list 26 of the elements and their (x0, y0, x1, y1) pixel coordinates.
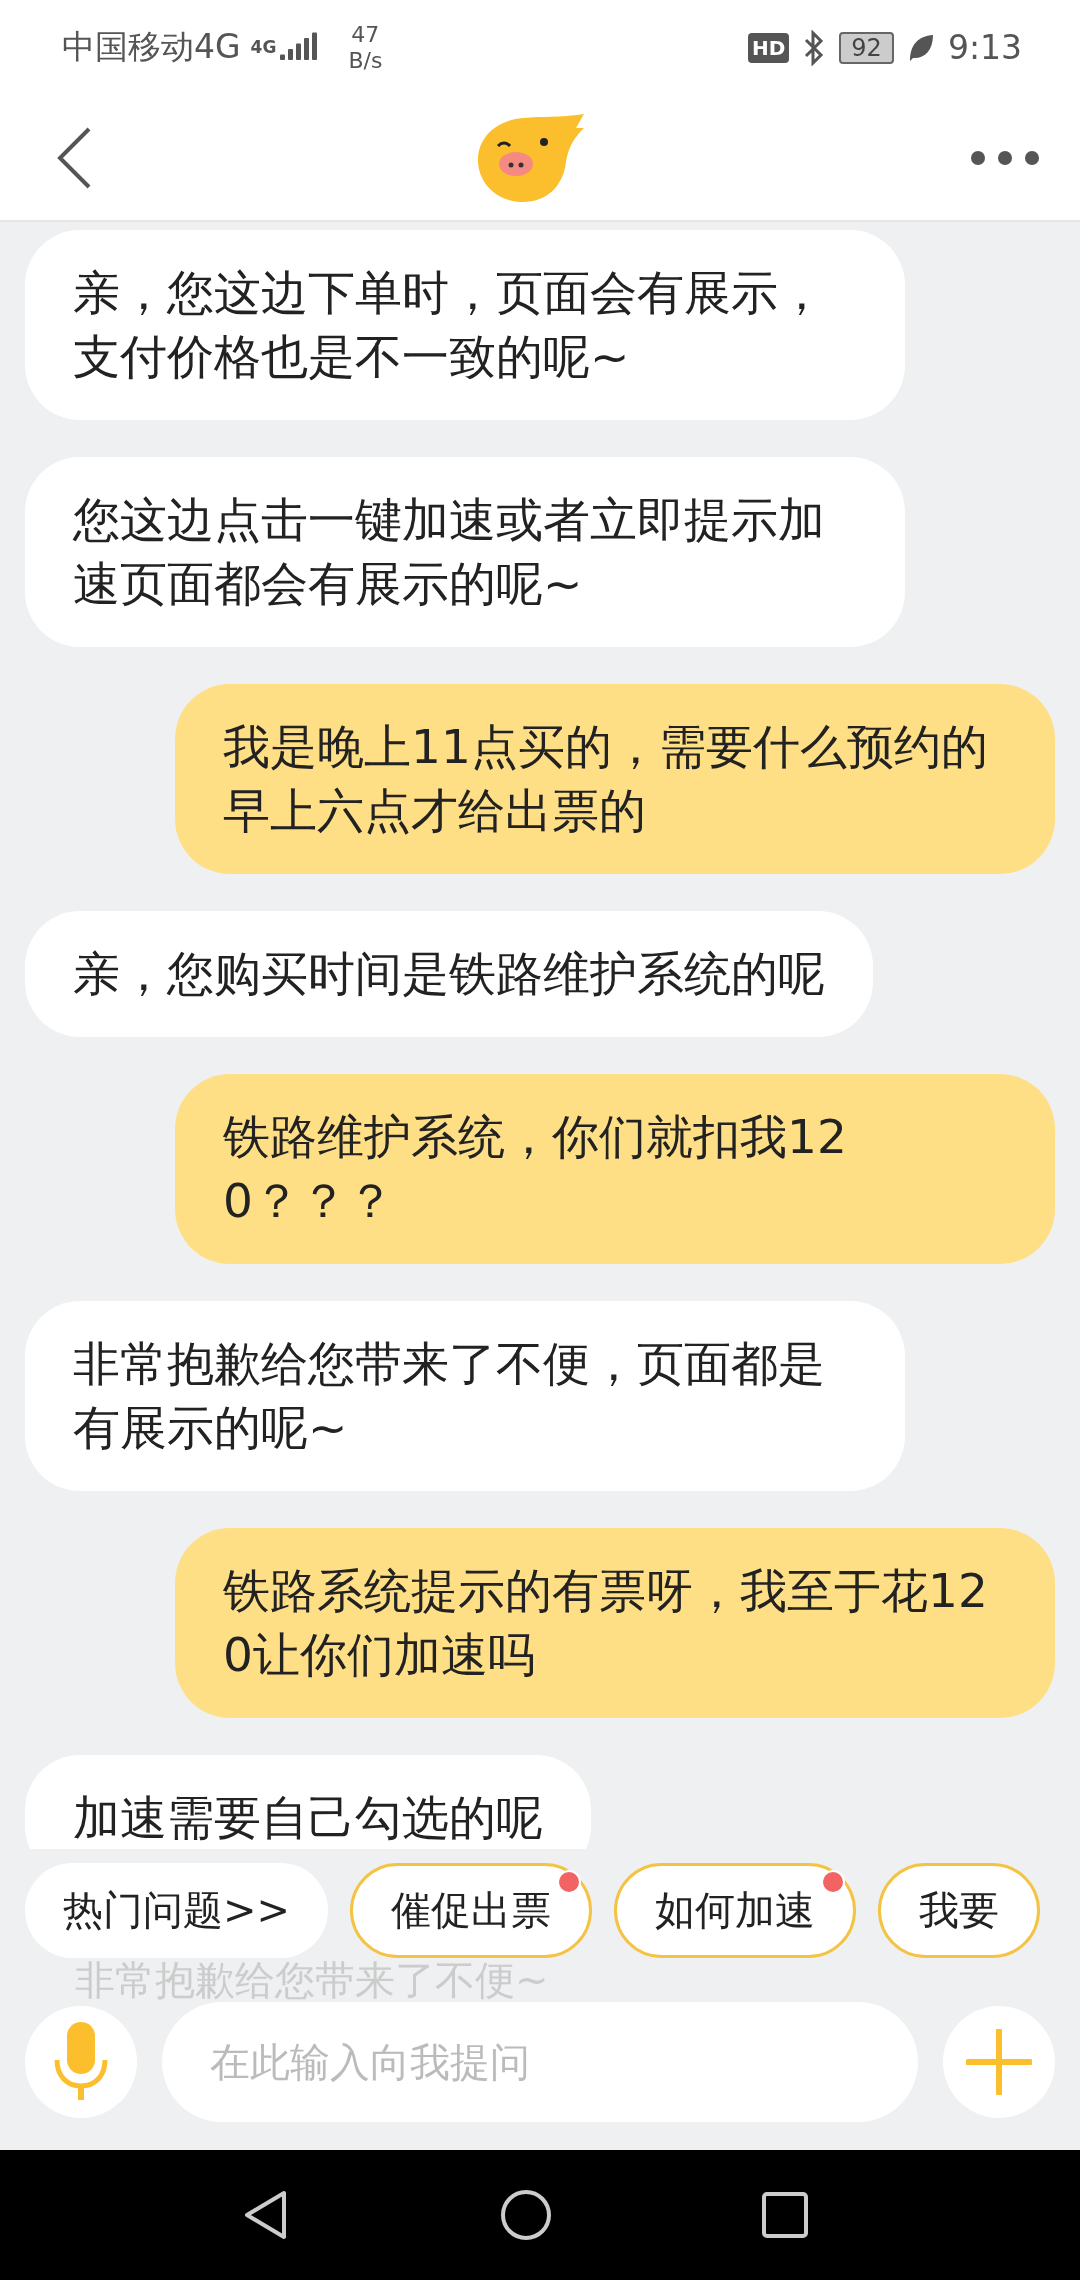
bluetooth-icon (803, 29, 826, 66)
more-icon[interactable] (970, 149, 1040, 166)
home-nav-icon[interactable] (500, 2189, 552, 2241)
message-input-field[interactable]: 在此输入向我提问 (162, 2002, 918, 2122)
speed-value: 47 (351, 22, 380, 48)
message-bubble: 亲，您这边下单时，页面会有展示，支付价格也是不一致的呢~ (25, 230, 905, 420)
quick-reply-chip[interactable]: 催促出票 (350, 1863, 593, 1958)
leaf-icon (907, 32, 934, 63)
message-bubble: 我是晚上11点买的，需要什么预约的早上六点才给出票的 (175, 684, 1055, 874)
quick-reply-chip[interactable]: 我要 (878, 1863, 1041, 1958)
plus-icon (966, 2029, 1032, 2095)
recents-nav-icon[interactable] (762, 2192, 808, 2238)
message-bubble: 铁路维护系统，你们就扣我120？？？ (175, 1074, 1055, 1264)
hd-badge: HD (748, 32, 790, 63)
message-bubble: 加速需要自己勾选的呢 (25, 1755, 591, 1849)
message-bubble: 非常抱歉给您带来了不便，页面都是有展示的呢~ (25, 1301, 905, 1491)
speed-unit: B/s (348, 47, 383, 73)
message-bubble: 您这边点击一键加速或者立即提示加速页面都会有展示的呢~ (25, 457, 905, 647)
clock-time: 9:13 (947, 28, 1022, 67)
quick-reply-chip[interactable]: 热门问题>> (25, 1863, 329, 1958)
message-bubble: 铁路系统提示的有票呀，我至于花120让你们加速吗 (175, 1528, 1055, 1718)
network-type-label: 4G (250, 39, 277, 56)
message-bubble: 亲，您购买时间是铁路维护系统的呢 (25, 911, 873, 1037)
quick-reply-chip[interactable]: 如何加速 (614, 1863, 857, 1958)
battery-level: 92 (839, 31, 894, 64)
carrier-label: 中国移动4G (62, 26, 241, 68)
